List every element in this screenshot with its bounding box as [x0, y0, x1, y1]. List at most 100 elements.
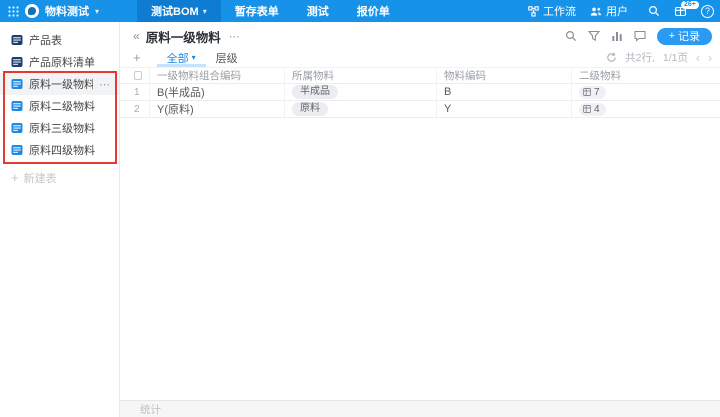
- global-search-icon[interactable]: [648, 5, 660, 17]
- column-header-level2-material[interactable]: 二级物料: [572, 68, 720, 83]
- nav-tab-test[interactable]: 测试: [293, 0, 343, 22]
- cell-combo-code[interactable]: B(半成品): [150, 84, 285, 100]
- add-record-button[interactable]: + 记录: [656, 27, 712, 45]
- chevron-down-icon: ▾: [191, 53, 196, 62]
- add-table-label: 新建表: [23, 173, 57, 185]
- relation-count-badge[interactable]: 4: [579, 102, 606, 116]
- sidebar: 产品表 产品原料清单 原料一级物料 ⋯ 原料二级物料 原料三级物料 原料四级物料…: [0, 22, 120, 417]
- cell-combo-code[interactable]: Y(原料): [150, 101, 285, 117]
- sidebar-item-material-level4[interactable]: 原料四级物料: [0, 139, 119, 161]
- table-row[interactable]: 2 Y(原料) 原料 Y 4: [120, 101, 720, 118]
- cell-level2-material[interactable]: 4: [572, 101, 720, 117]
- table-row[interactable]: 1 B(半成品) 半成品 B 7: [120, 84, 720, 101]
- app-window: 物料测试 ▾ 测试BOM ▾ 暂存表单 测试 报价单 工作流 用户 26+ ? …: [0, 0, 720, 417]
- workflow-icon: [528, 5, 539, 17]
- topbar: 物料测试 ▾ 测试BOM ▾ 暂存表单 测试 报价单 工作流 用户 26+ ?: [0, 0, 720, 22]
- cell-parent-material[interactable]: 半成品: [285, 84, 437, 100]
- stats-footer[interactable]: 统计: [120, 400, 720, 417]
- main-panel: « 原料一级物料 ⋯ + 记录 + 全部 ▾ 层级 共2行, 1/1页 ‹ › …: [120, 22, 720, 417]
- table-icon: [11, 101, 23, 111]
- sidebar-item-label: 产品表: [29, 35, 62, 47]
- relation-count-badge[interactable]: 7: [579, 85, 606, 99]
- material-type-tag: 原料: [292, 102, 328, 116]
- next-page-icon[interactable]: ›: [708, 52, 712, 64]
- sidebar-item-label: 原料三级物料: [29, 123, 95, 135]
- table-icon: [11, 79, 23, 89]
- relation-icon: [583, 105, 591, 113]
- sidebar-item-label: 产品原料清单: [29, 57, 95, 69]
- collapse-sidebar-icon[interactable]: «: [133, 29, 140, 43]
- help-icon[interactable]: ?: [701, 4, 714, 18]
- add-table-button[interactable]: + 新建表: [0, 170, 119, 186]
- cell-material-code[interactable]: Y: [437, 101, 572, 117]
- topbar-nav: 测试BOM ▾ 暂存表单 测试 报价单: [137, 0, 404, 22]
- notification-badge: 26+: [681, 1, 699, 9]
- chart-icon[interactable]: [611, 30, 623, 42]
- refresh-icon[interactable]: [606, 52, 617, 63]
- more-options-icon[interactable]: ⋯: [99, 78, 111, 91]
- prev-page-icon[interactable]: ‹: [696, 52, 700, 64]
- sidebar-item-product-material-list[interactable]: 产品原料清单: [0, 51, 119, 73]
- app-logo: [25, 4, 39, 18]
- material-type-tag: 半成品: [292, 85, 338, 99]
- column-header-combo-code[interactable]: 一级物料组合编码: [150, 68, 285, 83]
- app-name[interactable]: 物料测试: [45, 3, 89, 19]
- users-button[interactable]: 用户: [590, 3, 628, 19]
- nav-tab-label: 测试BOM: [151, 6, 199, 18]
- workflow-label: 工作流: [543, 6, 576, 18]
- sidebar-item-material-level2[interactable]: 原料二级物料: [0, 95, 119, 117]
- topbar-left: 物料测试 ▾: [0, 0, 109, 22]
- relation-count: 7: [594, 86, 600, 98]
- sidebar-item-material-level1[interactable]: 原料一级物料 ⋯: [0, 73, 119, 95]
- nav-tab-label: 测试: [306, 6, 329, 18]
- notification-icon[interactable]: 26+: [674, 1, 699, 17]
- view-bar: + 全部 ▾ 层级 共2行, 1/1页 ‹ ›: [120, 48, 720, 67]
- sidebar-item-label: 原料四级物料: [29, 145, 95, 157]
- stats-label: 统计: [140, 403, 161, 416]
- chevron-down-icon: ▾: [202, 6, 207, 16]
- nav-tab-label: 报价单: [356, 6, 390, 18]
- search-icon[interactable]: [565, 30, 577, 42]
- cell-material-code[interactable]: B: [437, 84, 572, 100]
- column-header-parent-material[interactable]: 所属物料: [285, 68, 437, 83]
- filter-icon[interactable]: [587, 30, 600, 42]
- select-all-checkbox[interactable]: [134, 71, 142, 80]
- page-title: 原料一级物料: [145, 30, 221, 45]
- view-tab-all[interactable]: 全部 ▾: [157, 48, 206, 67]
- cell-parent-material[interactable]: 原料: [285, 101, 437, 117]
- row-index: 1: [120, 84, 150, 100]
- main-header: « 原料一级物料 ⋯ + 记录: [120, 22, 720, 48]
- sidebar-item-material-level3[interactable]: 原料三级物料: [0, 117, 119, 139]
- comment-icon[interactable]: [634, 30, 646, 42]
- nav-tab-staging-form[interactable]: 暂存表单: [221, 0, 293, 22]
- add-view-icon[interactable]: +: [133, 50, 141, 65]
- view-tab-label: 层级: [215, 52, 238, 65]
- row-count-label: 共2行,: [625, 52, 655, 64]
- topbar-right: 工作流 用户 26+ ?: [528, 0, 720, 22]
- table-header-row: 一级物料组合编码 所属物料 物料编码 二级物料: [120, 67, 720, 84]
- plus-icon: +: [668, 30, 675, 42]
- view-tab-label: 全部: [166, 52, 189, 65]
- users-label: 用户: [606, 6, 628, 18]
- relation-count: 4: [594, 103, 600, 115]
- title-more-icon[interactable]: ⋯: [229, 30, 241, 43]
- nav-tab-bom[interactable]: 测试BOM ▾: [137, 0, 221, 22]
- select-all-cell: [120, 68, 150, 83]
- column-header-material-code[interactable]: 物料编码: [437, 68, 572, 83]
- app-grid-icon[interactable]: [8, 5, 19, 17]
- data-table: 一级物料组合编码 所属物料 物料编码 二级物料 1 B(半成品) 半成品 B 7…: [120, 67, 720, 118]
- table-icon: [11, 35, 23, 45]
- workflow-button[interactable]: 工作流: [528, 3, 576, 19]
- app-chevron-down-icon[interactable]: ▾: [95, 7, 99, 16]
- view-tab-hierarchy[interactable]: 层级: [206, 48, 248, 67]
- sidebar-item-product-table[interactable]: 产品表: [0, 29, 119, 51]
- pagination-area: 共2行, 1/1页 ‹ ›: [606, 50, 712, 65]
- nav-tab-quotation[interactable]: 报价单: [343, 0, 404, 22]
- table-icon: [11, 57, 23, 67]
- cell-level2-material[interactable]: 7: [572, 84, 720, 100]
- plus-icon: +: [11, 170, 19, 185]
- sidebar-item-label: 原料二级物料: [29, 101, 95, 113]
- add-record-label: 记录: [678, 31, 700, 43]
- page-indicator: 1/1页: [662, 52, 688, 64]
- table-icon: [11, 123, 23, 133]
